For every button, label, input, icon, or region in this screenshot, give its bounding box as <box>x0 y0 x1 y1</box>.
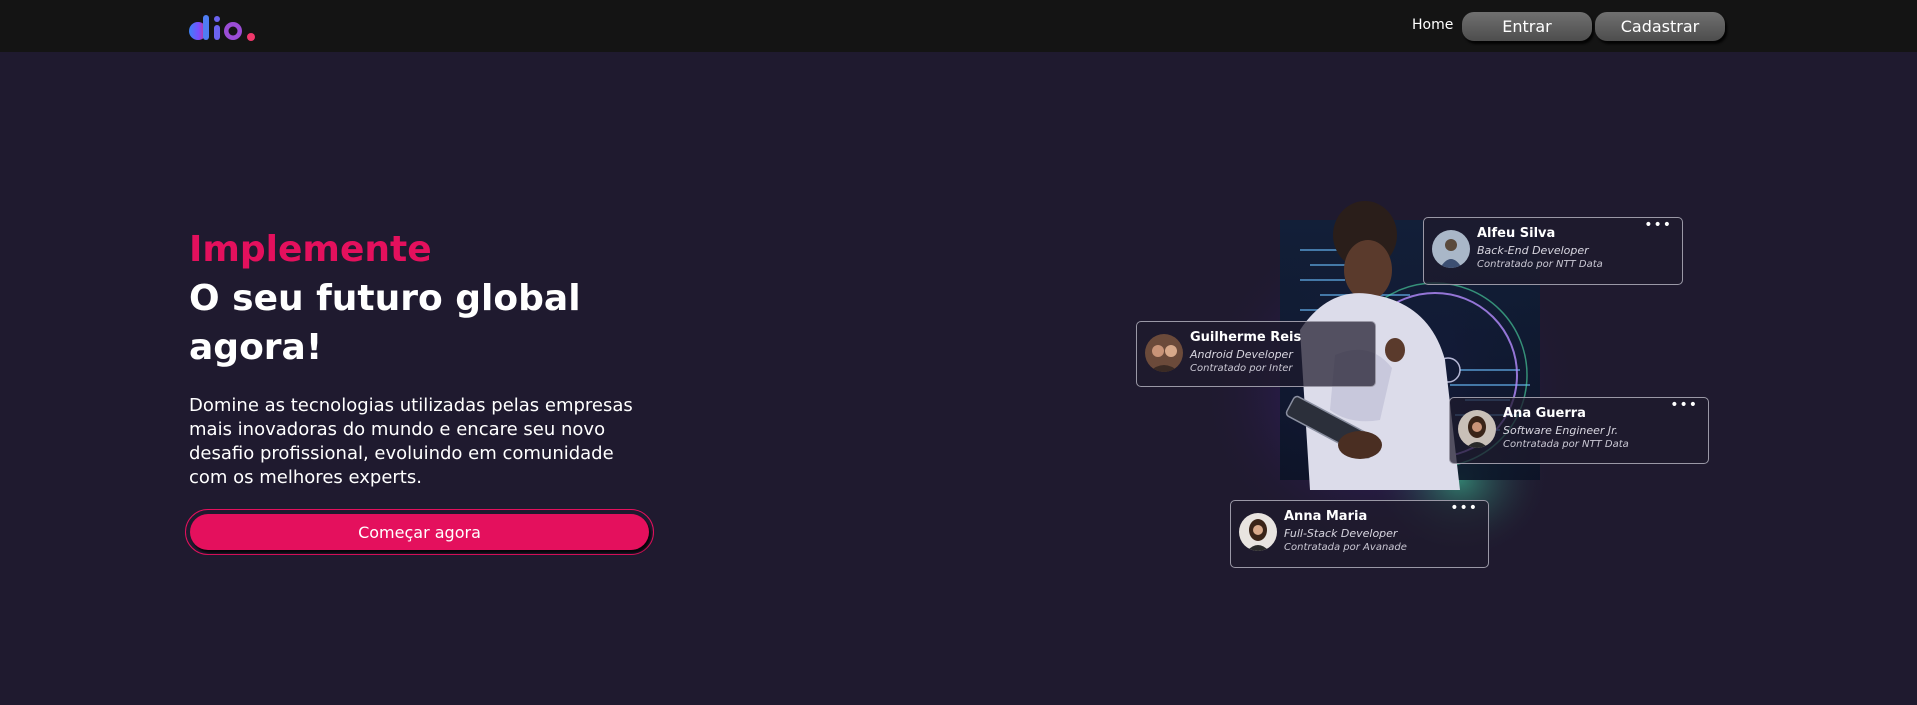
card-company: Contratada por Avanade <box>1284 542 1407 553</box>
hero-description: Domine as tecnologias utilizadas pelas e… <box>189 395 633 488</box>
card-name: Alfeu Silva <box>1477 226 1556 241</box>
cta-outline: Começar agora <box>185 509 654 555</box>
profile-card[interactable]: Ana Guerra Software Engineer Jr. Contrat… <box>1449 397 1709 464</box>
hero-kicker: Implemente <box>189 229 432 270</box>
hero-illustration: Alfeu Silva Back-End Developer Contratad… <box>1130 190 1710 580</box>
card-company: Contratada por NTT Data <box>1503 439 1629 450</box>
card-company: Contratado por NTT Data <box>1477 259 1603 270</box>
profile-card[interactable]: Anna Maria Full-Stack Developer Contrata… <box>1230 500 1489 568</box>
card-name: Guilherme Reis <box>1190 330 1302 345</box>
avatar <box>1239 513 1277 551</box>
avatar <box>1145 334 1183 372</box>
dio-logo[interactable] <box>188 13 260 43</box>
card-role: Back-End Developer <box>1477 244 1589 257</box>
hero-section: Implemente O seu futuro global agora! Do… <box>189 226 669 490</box>
entrar-button[interactable]: Entrar <box>1462 12 1592 41</box>
profile-card[interactable]: Guilherme Reis Android Developer Contrat… <box>1136 321 1376 387</box>
card-name: Ana Guerra <box>1503 406 1586 421</box>
top-navbar: Home Entrar Cadastrar <box>0 0 1917 52</box>
more-options-icon[interactable]: ••• <box>1644 218 1672 232</box>
nav-home-link[interactable]: Home <box>1412 17 1453 33</box>
profile-card[interactable]: Alfeu Silva Back-End Developer Contratad… <box>1423 217 1683 285</box>
avatar <box>1432 230 1470 268</box>
comecar-agora-button[interactable]: Começar agora <box>190 514 649 550</box>
hero-title: O seu futuro global agora! <box>189 278 581 368</box>
card-company: Contratado por Inter <box>1190 363 1293 374</box>
more-options-icon[interactable]: ••• <box>1450 501 1478 515</box>
card-role: Android Developer <box>1190 348 1293 361</box>
more-options-icon[interactable]: ••• <box>1670 398 1698 412</box>
avatar <box>1458 410 1496 448</box>
cadastrar-button[interactable]: Cadastrar <box>1595 12 1725 41</box>
card-role: Full-Stack Developer <box>1284 527 1398 540</box>
card-role: Software Engineer Jr. <box>1503 424 1619 437</box>
card-name: Anna Maria <box>1284 509 1368 524</box>
